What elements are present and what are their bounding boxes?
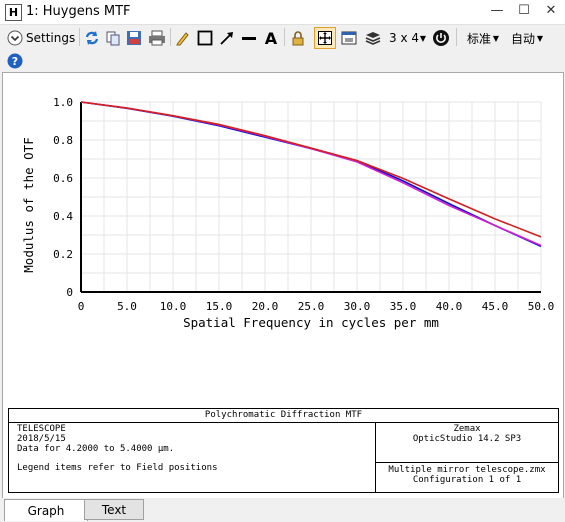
- layers-icon[interactable]: [364, 28, 382, 48]
- pencil-icon[interactable]: [174, 28, 192, 48]
- info-file-name: Multiple mirror telescope.zmx: [388, 465, 546, 475]
- x-tick-label: 45.0: [482, 300, 509, 313]
- standard-dropdown[interactable]: 标准: [466, 28, 492, 48]
- layout-chevron-down-icon[interactable]: ▼: [419, 28, 427, 48]
- info-heading: Polychromatic Diffraction MTF: [9, 409, 558, 423]
- rectangle-icon[interactable]: [196, 28, 214, 48]
- x-tick-label: 35.0: [390, 300, 417, 313]
- help-icon[interactable]: ?: [7, 51, 23, 71]
- line-icon[interactable]: [240, 28, 258, 48]
- maximize-button[interactable]: ☐: [515, 3, 533, 19]
- info-software-version: OpticStudio 14.2 SP3: [412, 434, 522, 444]
- title-bar: H 1: Huygens MTF — ☐ ✕: [0, 0, 565, 25]
- y-tick-label: 0.4: [53, 210, 73, 223]
- toolbar-divider: [284, 28, 285, 46]
- fit-window-icon[interactable]: [314, 27, 336, 49]
- toolbar: Settings A 3 x 4 ▼ 标准 ▼ 自动 ▼ ?: [0, 25, 565, 73]
- y-axis-label: Modulus of the OTF: [21, 137, 36, 272]
- standard-chevron-down-icon[interactable]: ▼: [492, 28, 500, 48]
- mtf-chart: 0 5.0 10.0 15.0 20.0 25.0 30.0 35.0 40.0 45.0 50.0…: [21, 96, 555, 330]
- settings-button[interactable]: Settings: [26, 28, 76, 48]
- x-tick-label: 20.0: [252, 300, 279, 313]
- save-icon[interactable]: [125, 28, 143, 48]
- svg-text:?: ?: [12, 55, 18, 68]
- auto-dropdown[interactable]: 自动: [510, 28, 536, 48]
- lock-icon[interactable]: [289, 28, 307, 48]
- text-tool-icon[interactable]: A: [262, 28, 280, 48]
- x-tick-label: 40.0: [436, 300, 463, 313]
- x-tick-label: 30.0: [344, 300, 371, 313]
- x-axis-label: Spatial Frequency in cycles per mm: [183, 315, 439, 330]
- x-tick-label: 5.0: [117, 300, 137, 313]
- x-tick-label: 15.0: [206, 300, 233, 313]
- info-divider-horizontal: [375, 462, 558, 463]
- tab-graph[interactable]: Graph: [4, 499, 88, 521]
- y-tick-label: 0.6: [53, 172, 73, 185]
- x-tick-label: 50.0: [528, 300, 555, 313]
- toolbar-divider: [79, 28, 80, 46]
- power-icon[interactable]: [432, 28, 450, 48]
- auto-chevron-down-icon[interactable]: ▼: [536, 28, 544, 48]
- toolbar-divider: [456, 28, 457, 46]
- info-box: Polychromatic Diffraction MTF TELESCOPE …: [8, 408, 559, 493]
- info-design-name: TELESCOPE: [17, 424, 66, 434]
- tab-text[interactable]: Text: [84, 499, 144, 520]
- x-tick-label: 25.0: [298, 300, 325, 313]
- arrow-icon[interactable]: [218, 28, 236, 48]
- window-title: 1: Huygens MTF: [26, 4, 131, 19]
- copy-icon[interactable]: [104, 28, 122, 48]
- x-tick-label: 0: [78, 300, 85, 313]
- settings-chevron-icon[interactable]: [6, 28, 24, 48]
- tab-bar: Graph Text: [0, 498, 565, 522]
- x-tick-label: 10.0: [160, 300, 187, 313]
- minimize-button[interactable]: —: [488, 3, 506, 19]
- toolbar-divider: [170, 28, 171, 46]
- print-icon[interactable]: [147, 28, 167, 48]
- y-tick-label: 0.8: [53, 134, 73, 147]
- close-button[interactable]: ✕: [542, 3, 560, 19]
- y-tick-label: 0.2: [53, 248, 73, 261]
- info-vendor: Zemax: [453, 424, 481, 434]
- app-icon: H: [5, 4, 22, 21]
- info-wavelength-range: Data for 4.2000 to 5.4000 µm.: [17, 444, 175, 454]
- y-tick-label: 0: [66, 286, 73, 299]
- refresh-icon[interactable]: [83, 28, 101, 48]
- info-configuration: Configuration 1 of 1: [412, 475, 522, 485]
- info-legend-note: Legend items refer to Field positions: [17, 463, 218, 473]
- info-date: 2018/5/15: [17, 434, 66, 444]
- window-icon[interactable]: [340, 28, 358, 48]
- layout-dropdown[interactable]: 3 x 4: [389, 28, 419, 48]
- y-tick-label: 1.0: [53, 96, 73, 109]
